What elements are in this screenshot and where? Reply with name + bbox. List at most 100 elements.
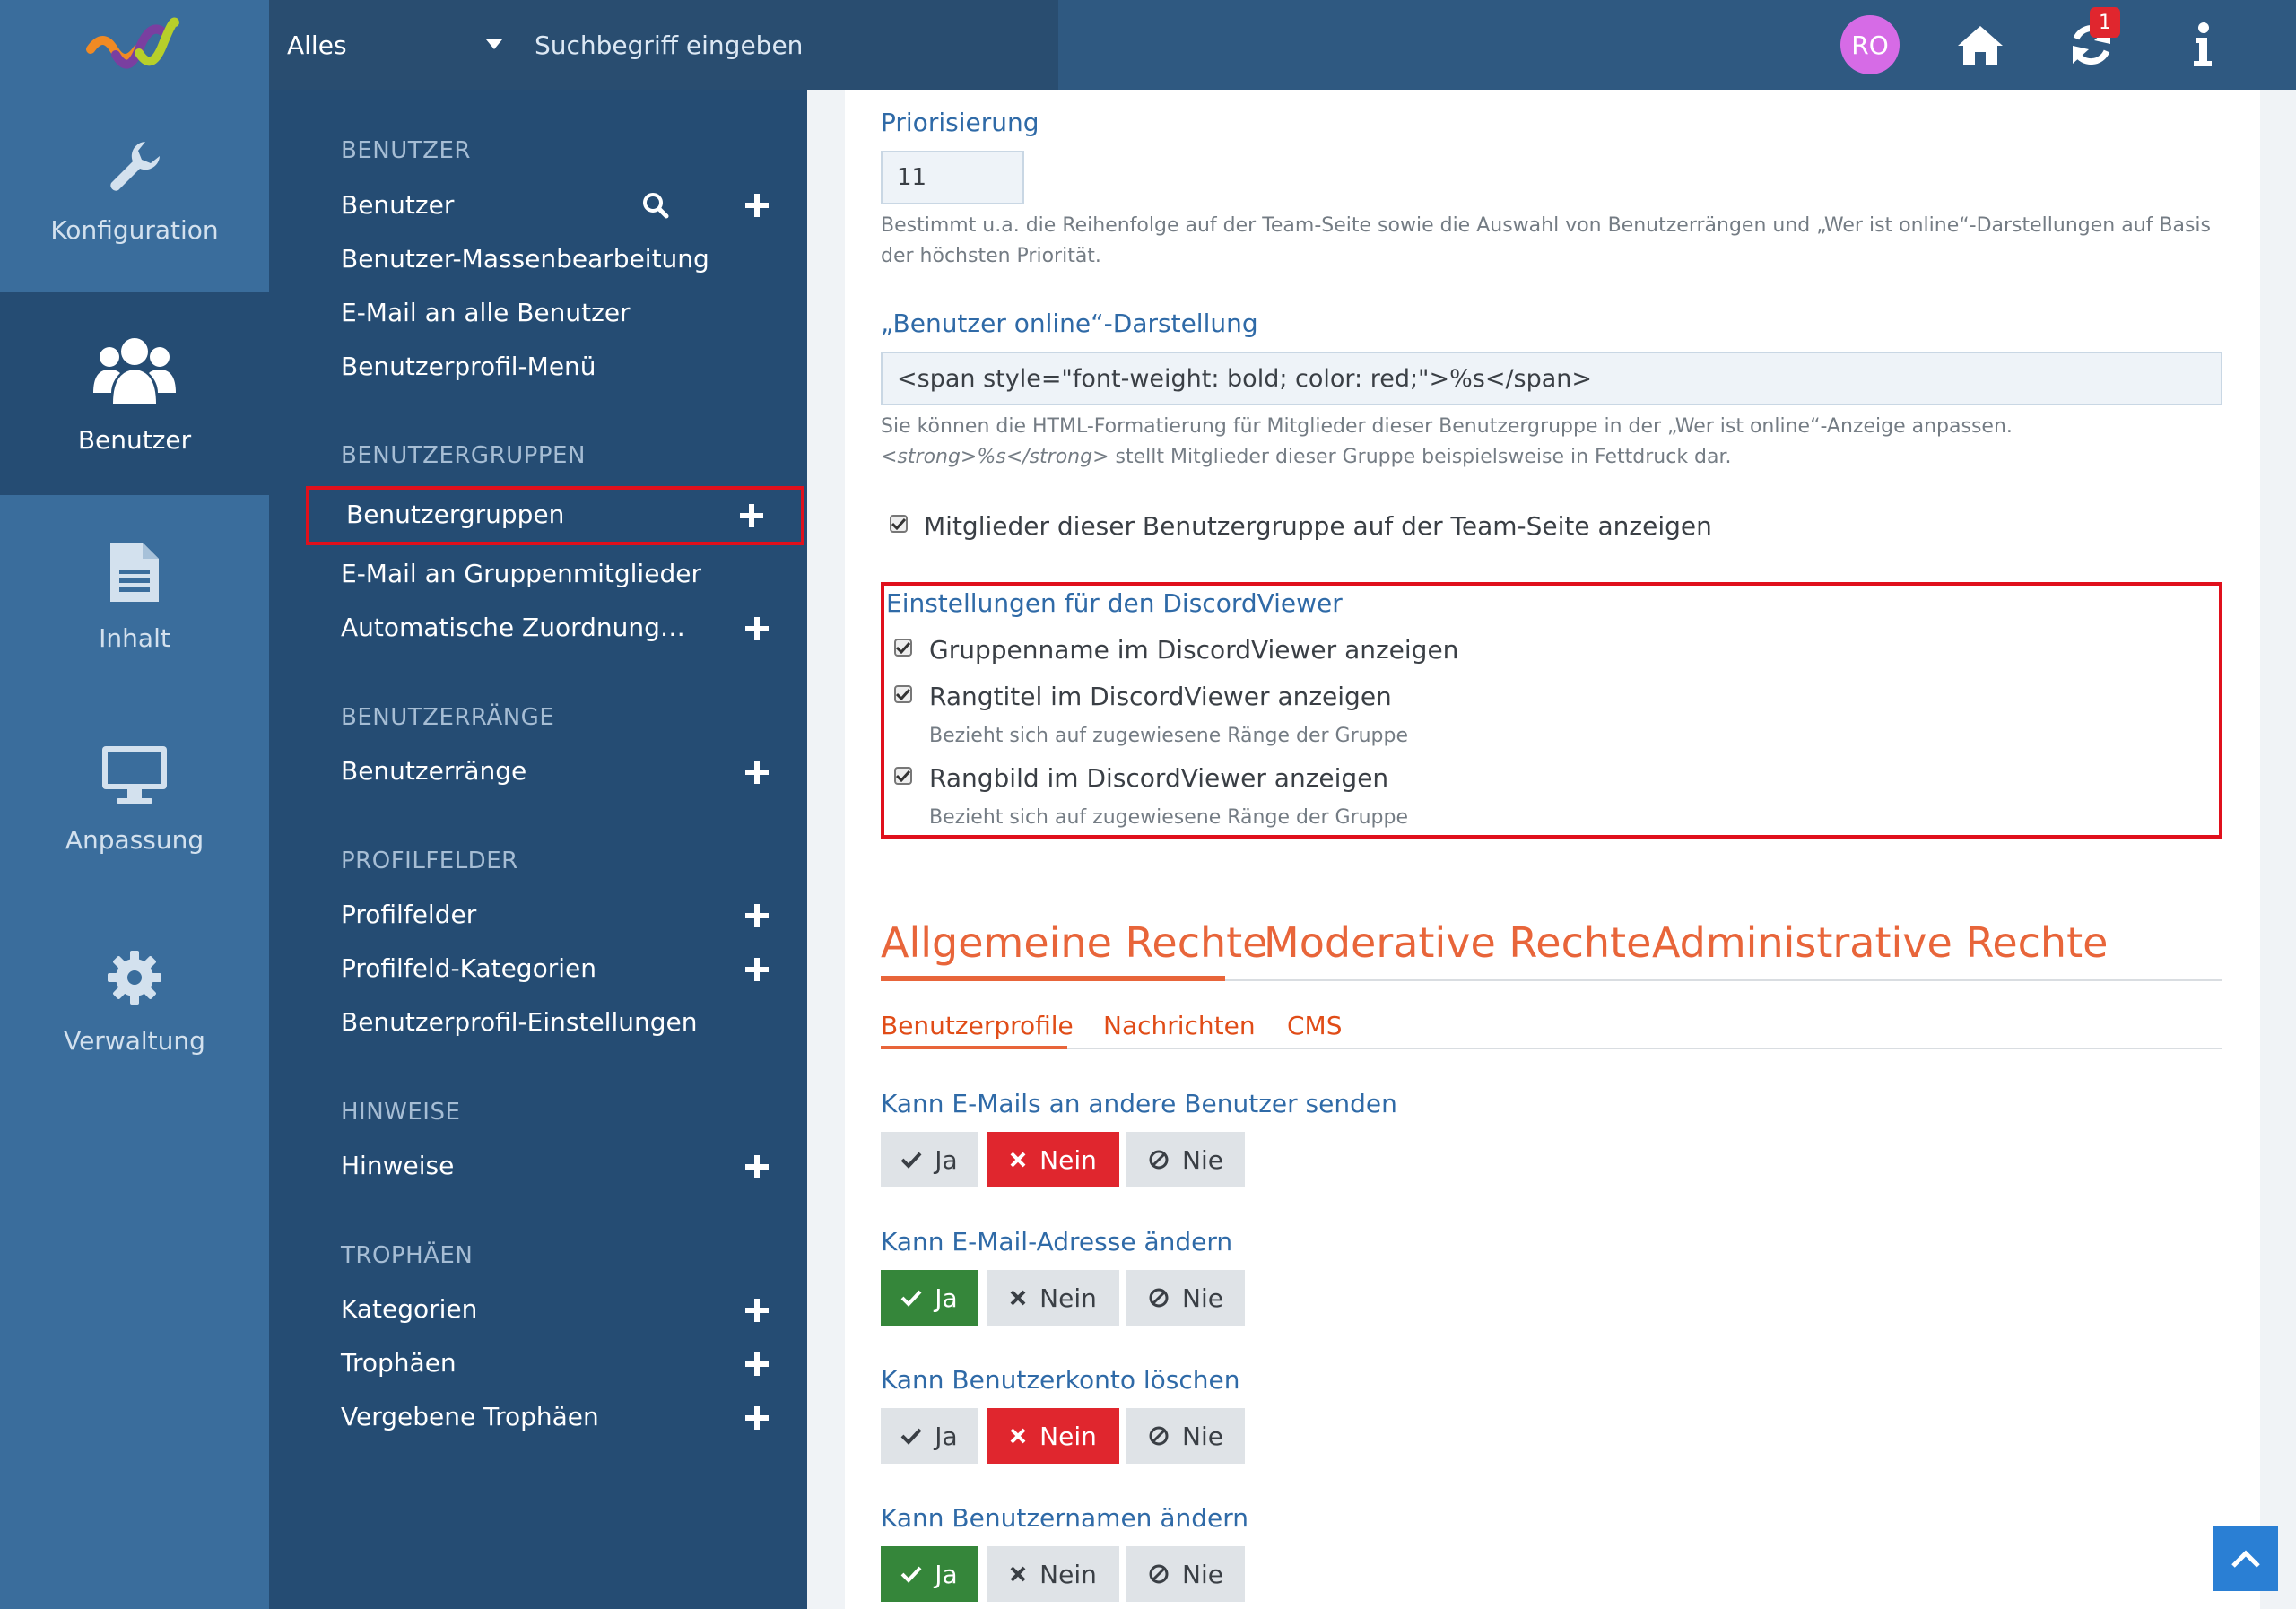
button-label: Ja <box>935 1559 958 1589</box>
add-trophy-icon[interactable] <box>745 1352 769 1376</box>
button-label: Nein <box>1039 1421 1097 1451</box>
menu-item-profilfeld-kategorien[interactable]: Profilfeld-Kategorien <box>341 953 596 983</box>
button-label: Nie <box>1182 1144 1223 1175</box>
tab-administrative-rechte[interactable]: Administrative Rechte <box>1652 918 2108 967</box>
team-page-checkbox[interactable] <box>890 515 908 533</box>
priority-description-line1: Bestimmt u.a. die Reihenfolge auf der Te… <box>881 214 2212 237</box>
add-awarded-trophy-icon[interactable] <box>745 1406 769 1430</box>
search-icon[interactable] <box>642 192 669 222</box>
check-icon <box>900 1566 922 1583</box>
priority-description-line2: der höchsten Priorität. <box>881 245 1101 267</box>
add-group-icon[interactable] <box>740 504 763 527</box>
rail-label: Benutzer <box>77 424 192 455</box>
x-icon <box>1010 1290 1026 1306</box>
add-category-icon[interactable] <box>745 958 769 981</box>
menu-item-massenbearbeitung[interactable]: Benutzer-Massenbearbeitung <box>341 244 709 274</box>
ban-icon <box>1149 1426 1169 1446</box>
add-trophy-category-icon[interactable] <box>745 1299 769 1322</box>
menu-item-benutzer[interactable]: Benutzer <box>341 190 454 220</box>
discord-ranktitle-label: Rangtitel im DiscordViewer anzeigen <box>929 682 1392 711</box>
permission-label: Kann E-Mails an andere Benutzer senden <box>881 1089 1397 1118</box>
notification-count: 1 <box>2099 11 2111 34</box>
discord-rankimage-description: Bezieht sich auf zugewiesene Ränge der G… <box>929 806 1409 829</box>
menu-heading-benutzerraenge: BENUTZERRÄNGE <box>341 704 555 731</box>
add-notice-icon[interactable] <box>745 1155 769 1178</box>
priority-label: Priorisierung <box>881 108 1039 137</box>
scroll-to-top-button[interactable] <box>2213 1526 2278 1591</box>
avatar[interactable]: RO <box>1840 15 1900 74</box>
button-label: Nie <box>1182 1559 1223 1589</box>
rail-label: Inhalt <box>99 622 170 653</box>
button-label: Ja <box>935 1421 958 1451</box>
subtab-benutzerprofile[interactable]: Benutzerprofile <box>881 1011 1074 1040</box>
menu-heading-trophaeen: TROPHÄEN <box>341 1242 474 1269</box>
permission-never-button[interactable]: Nie <box>1126 1132 1245 1187</box>
add-assignment-icon[interactable] <box>745 617 769 640</box>
info-button[interactable] <box>2174 16 2231 74</box>
check-icon <box>896 770 910 782</box>
rail-item-anpassung[interactable]: Anpassung <box>0 698 269 900</box>
permission-never-button[interactable]: Nie <box>1126 1270 1245 1326</box>
discord-groupname-checkbox[interactable] <box>894 639 912 657</box>
discord-ranktitle-checkbox[interactable] <box>894 685 912 703</box>
online-display-input[interactable] <box>881 352 2222 405</box>
rail-item-konfiguration[interactable]: Konfiguration <box>0 90 269 292</box>
button-label: Nein <box>1039 1559 1097 1589</box>
add-user-icon[interactable] <box>745 194 769 217</box>
menu-item-email-gruppe[interactable]: E-Mail an Gruppenmitglieder <box>341 559 701 588</box>
users-icon <box>93 337 176 404</box>
menu-item-vergebene-trophaeen[interactable]: Vergebene Trophäen <box>341 1402 599 1431</box>
permission-label: Kann E-Mail-Adresse ändern <box>881 1227 1233 1257</box>
add-rank-icon[interactable] <box>745 761 769 784</box>
permission-label: Kann Benutzerkonto löschen <box>881 1365 1240 1395</box>
permission-no-button[interactable]: Nein <box>987 1546 1119 1602</box>
check-icon <box>900 1152 922 1169</box>
rail-item-inhalt[interactable]: Inhalt <box>0 495 269 698</box>
permission-yes-button[interactable]: Ja <box>881 1408 978 1464</box>
ban-icon <box>1149 1564 1169 1584</box>
menu-item-email-alle[interactable]: E-Mail an alle Benutzer <box>341 298 631 327</box>
menu-item-profil-einstellungen[interactable]: Benutzerprofil-Einstellungen <box>341 1007 697 1037</box>
info-icon <box>2194 22 2212 66</box>
permission-yes-button[interactable]: Ja <box>881 1132 978 1187</box>
permission-yes-button[interactable]: Ja <box>881 1270 978 1326</box>
menu-heading-benutzer: BENUTZER <box>341 137 471 164</box>
permission-never-button[interactable]: Nie <box>1126 1408 1245 1464</box>
menu-item-benutzergruppen[interactable]: Benutzergruppen <box>346 500 564 529</box>
active-tab-indicator <box>881 976 1225 981</box>
online-description-rest: stellt Mitglieder dieser Gruppe beispiel… <box>1109 446 1732 468</box>
home-button[interactable] <box>1952 16 2009 74</box>
team-page-checkbox-label: Mitglieder dieser Benutzergruppe auf der… <box>924 511 1712 541</box>
home-icon <box>1958 26 2003 65</box>
menu-item-kategorien[interactable]: Kategorien <box>341 1294 477 1324</box>
button-label: Nie <box>1182 1283 1223 1313</box>
subtab-nachrichten[interactable]: Nachrichten <box>1103 1011 1256 1040</box>
notification-badge: 1 <box>2090 7 2120 38</box>
permission-no-button[interactable]: Nein <box>987 1408 1119 1464</box>
search-input[interactable] <box>518 0 1058 90</box>
permission-yes-button[interactable]: Ja <box>881 1546 978 1602</box>
discord-rankimage-checkbox[interactable] <box>894 767 912 785</box>
gear-icon <box>108 950 161 1005</box>
search-scope-select[interactable]: Alles <box>269 0 518 90</box>
rail-item-benutzer[interactable]: Benutzer <box>0 292 269 495</box>
permission-no-button[interactable]: Nein <box>987 1132 1119 1187</box>
permission-never-button[interactable]: Nie <box>1126 1546 1245 1602</box>
subtab-cms[interactable]: CMS <box>1287 1011 1342 1040</box>
permission-no-button[interactable]: Nein <box>987 1270 1119 1326</box>
x-icon <box>1010 1152 1026 1168</box>
add-profilefield-icon[interactable] <box>745 904 769 927</box>
tab-moderative-rechte[interactable]: Moderative Rechte <box>1264 918 1651 967</box>
tab-allgemeine-rechte[interactable]: Allgemeine Rechte <box>881 918 1267 967</box>
menu-item-trophaeen[interactable]: Trophäen <box>341 1348 457 1378</box>
discord-groupname-label: Gruppenname im DiscordViewer anzeigen <box>929 635 1459 665</box>
menu-item-benutzerraenge[interactable]: Benutzerränge <box>341 756 526 786</box>
logo[interactable] <box>0 0 269 90</box>
rail-item-verwaltung[interactable]: Verwaltung <box>0 900 269 1103</box>
rail-label: Konfiguration <box>50 214 219 245</box>
menu-item-profilfelder[interactable]: Profilfelder <box>341 900 476 929</box>
priority-input[interactable] <box>881 151 1024 204</box>
menu-item-profil-menu[interactable]: Benutzerprofil-Menü <box>341 352 596 381</box>
menu-item-hinweise[interactable]: Hinweise <box>341 1151 454 1180</box>
menu-item-auto-zuordnung[interactable]: Automatische Zuordnung… <box>341 613 685 642</box>
